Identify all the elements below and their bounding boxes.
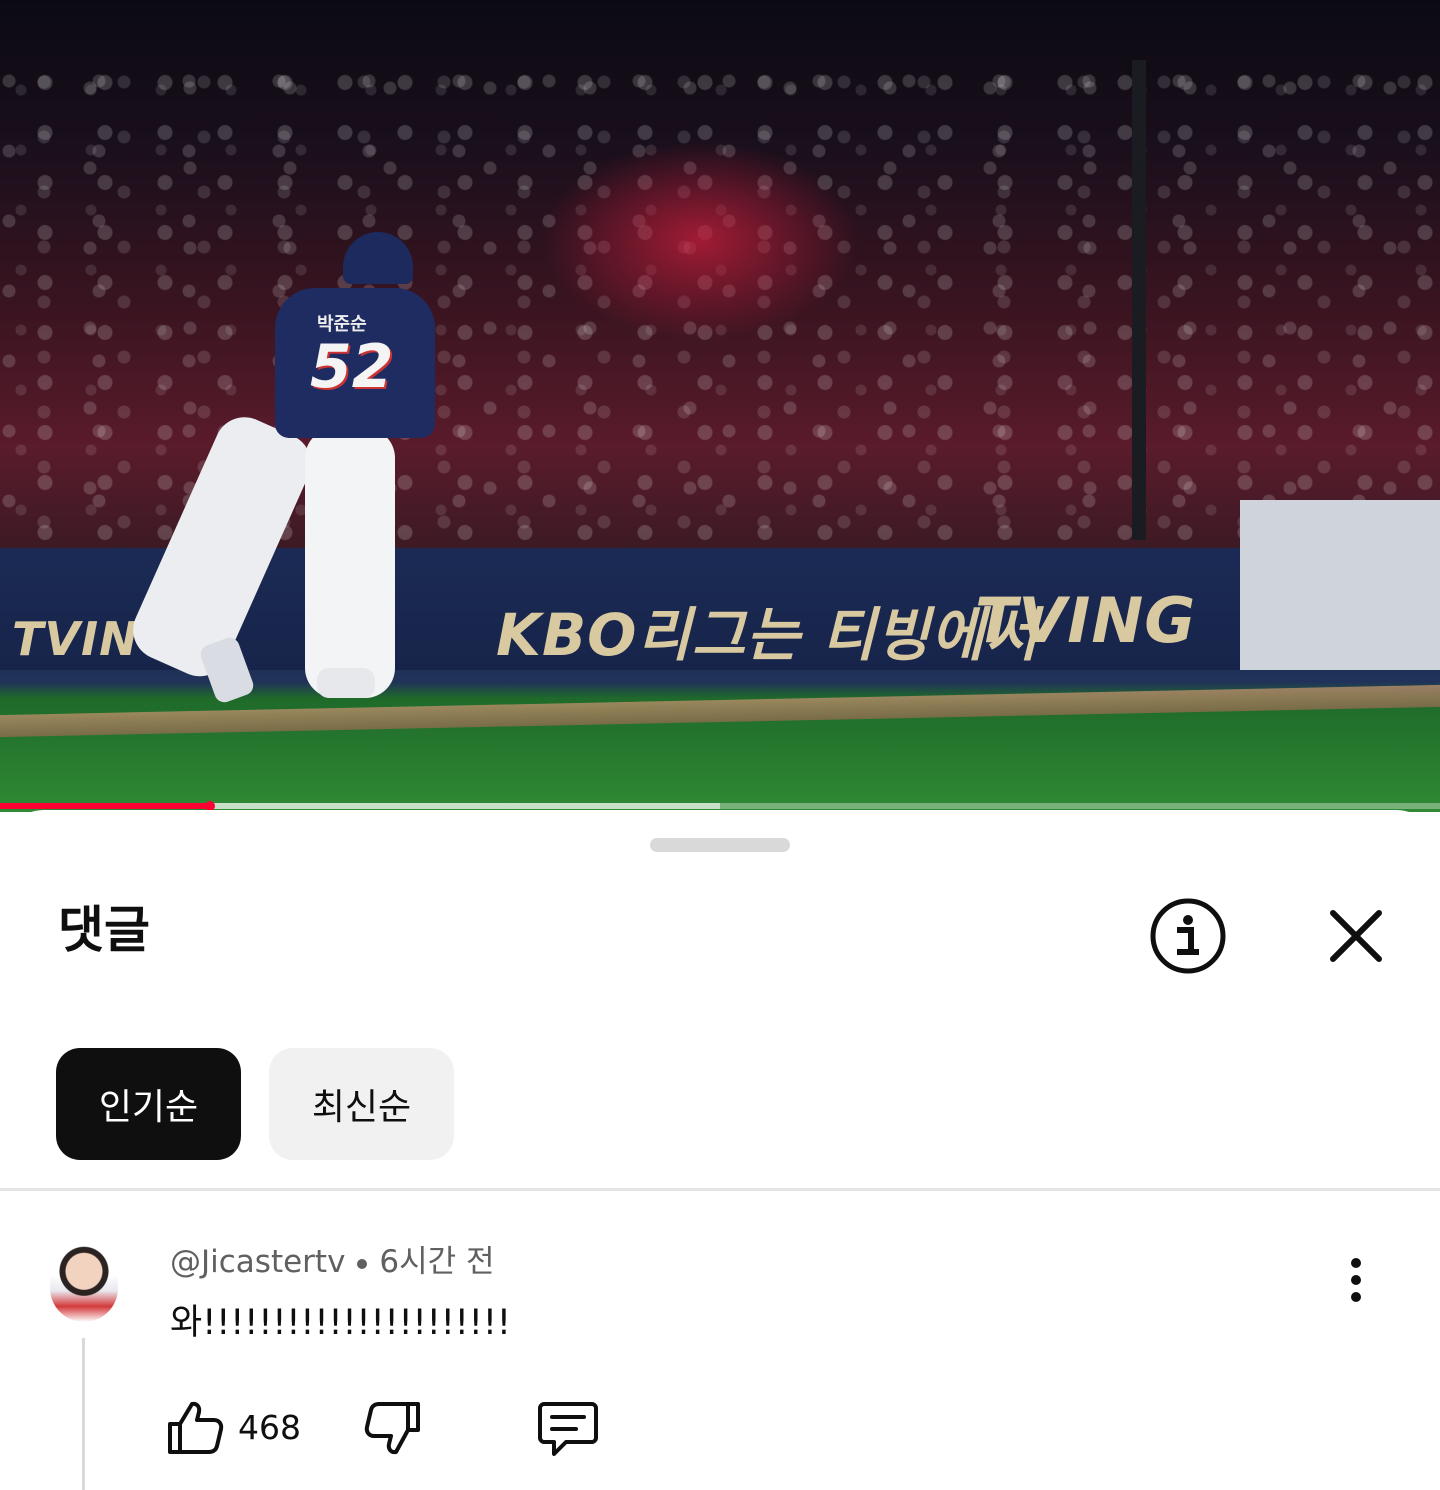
comment-author[interactable]: @Jicastertv [170, 1244, 345, 1280]
divider [0, 1188, 1440, 1191]
info-button[interactable] [1148, 896, 1228, 976]
like-count: 468 [238, 1408, 301, 1447]
baseball-player: 박준순 52 [123, 232, 445, 712]
comments-sheet: 댓글 인기순 최신순 @Jicastertv 6시간 전 와!!!!!!!!!!!… [0, 810, 1440, 1490]
avatar[interactable] [50, 1244, 118, 1322]
separator-dot [357, 1258, 368, 1269]
more-vertical-icon-dot [1351, 1292, 1361, 1302]
stadium-pole [1132, 60, 1146, 540]
jersey-number: 52 [310, 332, 394, 402]
stadium-seats [540, 140, 860, 340]
thread-line [82, 1338, 85, 1490]
dislike-button[interactable] [362, 1398, 424, 1460]
like-button[interactable] [164, 1396, 226, 1458]
thumbs-down-icon [364, 1402, 420, 1455]
more-vertical-icon [1351, 1258, 1361, 1268]
progress-played [0, 803, 211, 809]
comment-text: 와!!!!!!!!!!!!!!!!!!!!!! [170, 1303, 511, 1343]
drag-handle[interactable] [650, 838, 790, 852]
more-options-button[interactable] [1330, 1250, 1382, 1310]
reply-icon [538, 1402, 598, 1456]
comment-meta: @Jicastertv 6시간 전 [170, 1242, 495, 1282]
player-shoe-left [197, 634, 257, 706]
sort-chip-newest[interactable]: 최신순 [269, 1048, 454, 1160]
sheet-title: 댓글 [58, 901, 150, 959]
close-button[interactable] [1316, 896, 1396, 976]
comment-time: 6시간 전 [379, 1244, 495, 1280]
sort-chip-popular[interactable]: 인기순 [56, 1048, 241, 1160]
info-icon [1150, 898, 1226, 974]
more-vertical-icon-dot [1351, 1275, 1361, 1285]
video-player[interactable]: TVING KBO리그는 티빙에서 TVING 박준순 52 [0, 0, 1440, 812]
ad-banner-tving: TVING [975, 584, 1197, 657]
reply-button[interactable] [536, 1398, 600, 1460]
thumbs-up-icon [168, 1401, 224, 1454]
ad-banner-main: KBO리그는 티빙에서 [496, 601, 1040, 669]
player-helmet [343, 232, 413, 284]
player-leg-right [305, 428, 395, 698]
close-icon [1330, 910, 1382, 962]
player-shoe-right [317, 668, 375, 698]
video-progress-bar[interactable] [0, 801, 1440, 811]
dugout-wall [1240, 500, 1440, 670]
